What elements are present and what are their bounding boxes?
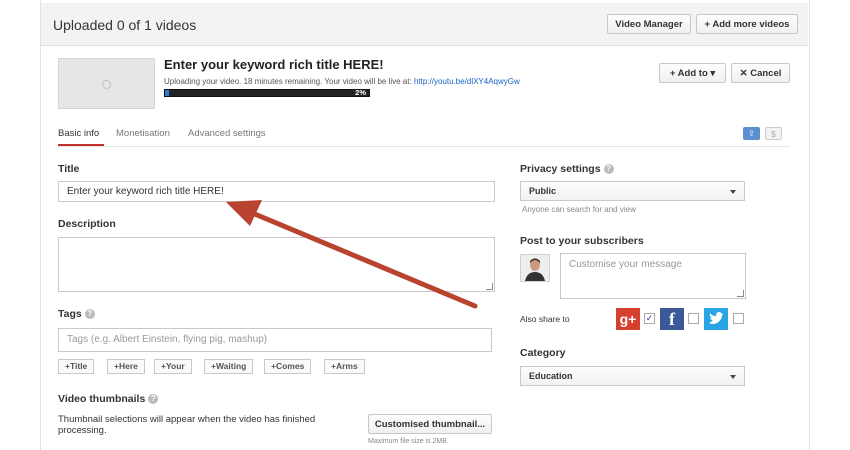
chevron-down-icon [730, 375, 736, 379]
tab-advanced-settings[interactable]: Advanced settings [188, 128, 266, 139]
privacy-settings-label-text: Privacy settings [520, 163, 601, 175]
max-file-size-note: Maximum file size is 2MB. [368, 438, 449, 445]
google-plus-icon[interactable]: g+ [616, 308, 640, 330]
resize-handle-icon[interactable] [737, 290, 744, 297]
subscriber-message-textarea[interactable]: Customise your message [560, 253, 746, 299]
upload-progress-label: 2% [355, 89, 366, 97]
upload-count-title: Uploaded 0 of 1 videos [53, 17, 197, 33]
help-icon[interactable]: ? [603, 164, 614, 174]
cancel-label: Cancel [750, 68, 782, 79]
resize-handle-icon[interactable] [486, 283, 493, 290]
video-title-heading: Enter your keyword rich title HERE! [164, 57, 384, 72]
add-more-videos-button[interactable]: + Add more videos [696, 14, 798, 34]
twitter-checkbox[interactable] [733, 313, 744, 324]
google-plus-checkbox[interactable]: ✓ [644, 313, 655, 324]
video-manager-button[interactable]: Video Manager [607, 14, 691, 34]
add-to-button[interactable]: + Add to ▾ [659, 63, 726, 83]
facebook-checkbox[interactable] [688, 313, 699, 324]
chevron-down-icon [730, 190, 736, 194]
upload-status: Uploading your video. 18 minutes remaini… [164, 77, 520, 86]
privacy-settings-label: Privacy settings? [520, 163, 614, 175]
tags-label: Tags? [58, 308, 95, 320]
tab-divider [58, 146, 790, 147]
facebook-icon[interactable]: f [660, 308, 684, 330]
also-share-to-label: Also share to [520, 314, 570, 324]
twitter-bird-glyph [709, 312, 724, 324]
suggested-tag[interactable]: +Comes [264, 359, 312, 374]
customised-thumbnail-button[interactable]: Customised thumbnail... [368, 414, 492, 434]
category-select-value: Education [529, 371, 573, 381]
dollar-icon[interactable]: $ [765, 127, 782, 140]
subscriber-message-placeholder: Customise your message [569, 259, 682, 270]
privacy-note: Anyone can search for and view [522, 205, 636, 214]
plus-icon: + [669, 68, 676, 79]
suggested-tag[interactable]: +Arms [324, 359, 365, 374]
privacy-select[interactable]: Public [520, 181, 745, 201]
suggested-tag[interactable]: +Here [107, 359, 145, 374]
suggested-tag[interactable]: +Your [154, 359, 192, 374]
video-link[interactable]: http://youtu.be/dlXY4AqwyGw [414, 77, 520, 86]
close-icon: ✕ [739, 68, 748, 79]
tags-input[interactable]: Tags (e.g. Albert Einstein, flying pig, … [58, 328, 492, 352]
twitter-icon[interactable] [704, 308, 728, 330]
tags-label-text: Tags [58, 308, 82, 320]
suggested-tag[interactable]: +Waiting [204, 359, 254, 374]
upload-progress-fill [165, 90, 170, 96]
title-input-value: Enter your keyword rich title HERE! [67, 186, 224, 197]
category-label: Category [520, 347, 566, 359]
user-avatar-icon [521, 255, 549, 281]
post-to-subscribers-label: Post to your subscribers [520, 235, 644, 247]
upload-icon[interactable]: ⇪ [743, 127, 760, 140]
tab-basic-info[interactable]: Basic info [58, 128, 99, 139]
title-input[interactable]: Enter your keyword rich title HERE! [58, 181, 495, 202]
dropdown-caret-icon: ▾ [710, 68, 716, 79]
upload-progress-bar: 2% [164, 89, 370, 97]
avatar [520, 254, 550, 282]
loading-spinner-icon [102, 80, 111, 89]
tags-placeholder: Tags (e.g. Albert Einstein, flying pig, … [67, 334, 268, 345]
suggested-tag[interactable]: +Title [58, 359, 95, 374]
video-thumbnails-label-text: Video thumbnails [58, 393, 146, 405]
video-thumbnail-placeholder [58, 58, 155, 109]
privacy-select-value: Public [529, 186, 557, 196]
tab-monetisation[interactable]: Monetisation [116, 128, 170, 139]
upload-header: Uploaded 0 of 1 videos [41, 3, 808, 46]
upload-status-text: Uploading your video. 18 minutes remaini… [164, 77, 412, 86]
category-select[interactable]: Education [520, 366, 745, 386]
thumbnails-note: Thumbnail selections will appear when th… [58, 414, 316, 436]
title-label: Title [58, 163, 80, 175]
description-label: Description [58, 218, 116, 230]
cancel-button[interactable]: ✕ Cancel [731, 63, 790, 83]
help-icon[interactable]: ? [148, 394, 159, 404]
video-thumbnails-label: Video thumbnails? [58, 393, 159, 405]
help-icon[interactable]: ? [84, 309, 95, 319]
add-to-label: Add to [677, 68, 708, 79]
description-textarea[interactable] [58, 237, 495, 292]
